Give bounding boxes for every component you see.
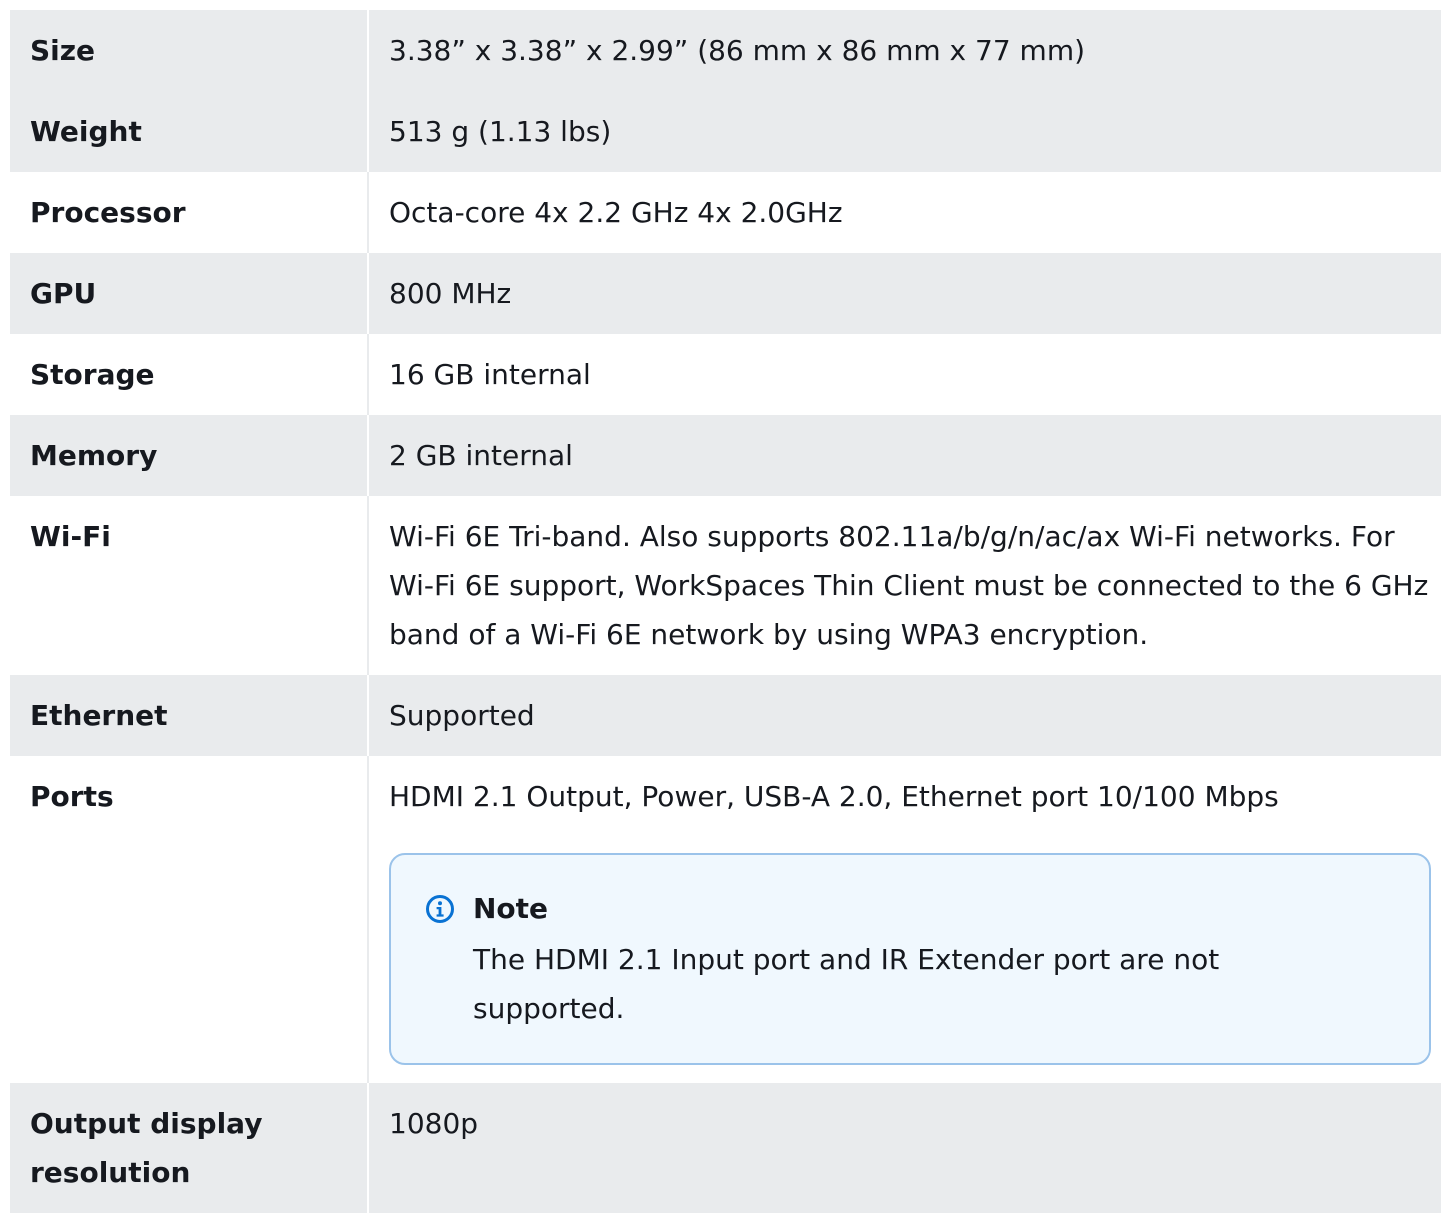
spec-row-memory: Memory 2 GB internal [10, 415, 1441, 496]
spec-row-output-display-resolution: Output display resolution 1080p [10, 1083, 1441, 1213]
spec-value: Wi-Fi 6E Tri-band. Also supports 802.11a… [389, 520, 1429, 651]
spec-label: Ports [10, 756, 369, 1083]
spec-value: Supported [389, 699, 535, 732]
spec-label: Output display resolution [10, 1083, 369, 1213]
spec-row-ports: Ports HDMI 2.1 Output, Power, USB-A 2.0,… [10, 756, 1441, 1083]
spec-row-weight: Weight 513 g (1.13 lbs) [10, 91, 1441, 172]
spec-label: Weight [10, 91, 369, 172]
spec-label: Ethernet [10, 675, 369, 756]
note-body: The HDMI 2.1 Input port and IR Extender … [473, 943, 1220, 1025]
info-icon [426, 895, 454, 923]
spec-value-cell: HDMI 2.1 Output, Power, USB-A 2.0, Ether… [368, 756, 1441, 1083]
spec-value: 513 g (1.13 lbs) [389, 115, 612, 148]
spec-value: 3.38” x 3.38” x 2.99” (86 mm x 86 mm x 7… [389, 34, 1086, 67]
spec-label: Processor [10, 172, 369, 253]
spec-value: 1080p [389, 1107, 479, 1140]
spec-row-wifi: Wi-Fi Wi-Fi 6E Tri-band. Also supports 8… [10, 496, 1441, 675]
spec-row-size: Size 3.38” x 3.38” x 2.99” (86 mm x 86 m… [10, 10, 1441, 91]
spec-value: 16 GB internal [389, 358, 591, 391]
spec-value: HDMI 2.1 Output, Power, USB-A 2.0, Ether… [389, 780, 1279, 813]
spec-row-storage: Storage 16 GB internal [10, 334, 1441, 415]
note-title: Note [473, 892, 549, 925]
spec-label: Wi-Fi [10, 496, 369, 675]
spec-row-ethernet: Ethernet Supported [10, 675, 1441, 756]
spec-value: 2 GB internal [389, 439, 573, 472]
spec-label: Storage [10, 334, 369, 415]
specifications-table: Size 3.38” x 3.38” x 2.99” (86 mm x 86 m… [10, 10, 1441, 1213]
spec-value: Octa-core 4x 2.2 GHz 4x 2.0GHz [389, 196, 843, 229]
spec-label: Memory [10, 415, 369, 496]
spec-label: GPU [10, 253, 369, 334]
spec-value: 800 MHz [389, 277, 512, 310]
spec-row-gpu: GPU 800 MHz [10, 253, 1441, 334]
spec-label: Size [10, 10, 369, 91]
note-header: Note [425, 889, 1395, 929]
note-callout: Note The HDMI 2.1 Input port and IR Exte… [389, 853, 1431, 1065]
spec-row-processor: Processor Octa-core 4x 2.2 GHz 4x 2.0GHz [10, 172, 1441, 253]
